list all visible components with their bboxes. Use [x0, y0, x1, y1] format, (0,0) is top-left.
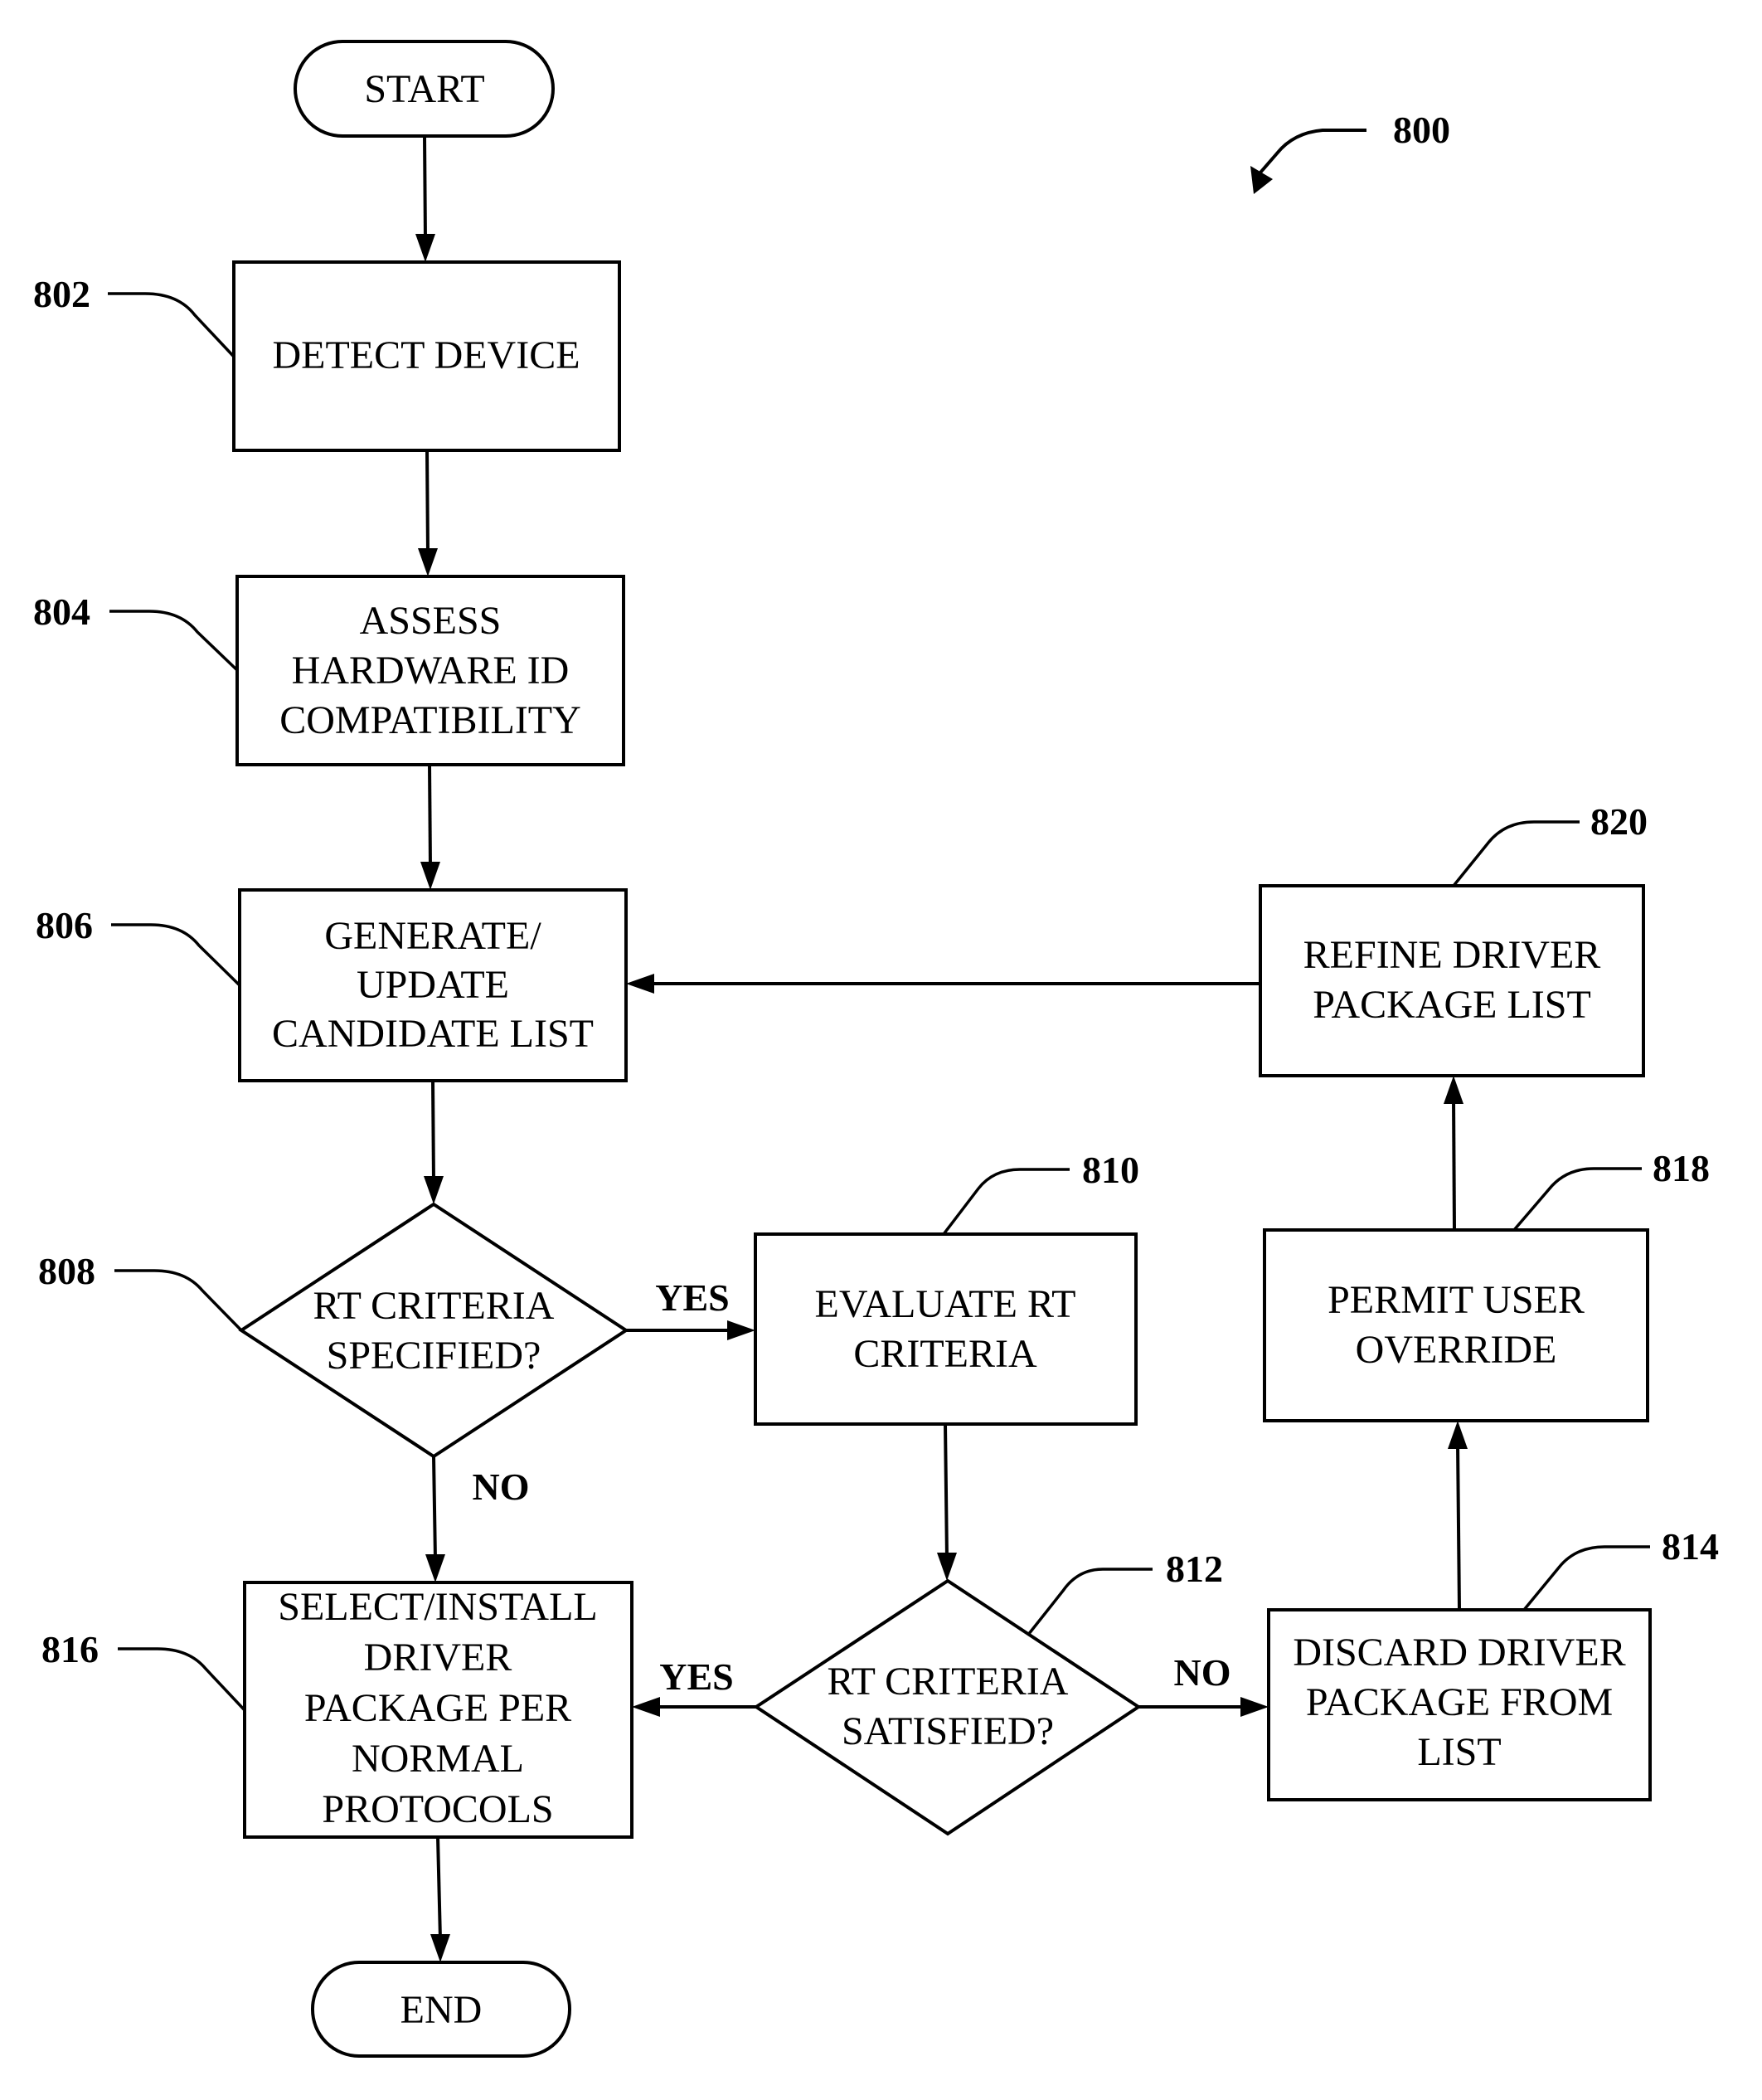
connector-816-end — [436, 1836, 442, 1941]
step-816-leader — [118, 1647, 246, 1712]
decision-808-line-2: SPECIFIED? — [327, 1334, 541, 1378]
connector-806-808 — [431, 1080, 435, 1183]
step-814-leader — [1522, 1545, 1650, 1611]
arrowhead-icon — [424, 1176, 444, 1204]
decision-808-ref: 808 — [38, 1250, 95, 1292]
step-806-line-3: CANDIDATE LIST — [272, 1012, 594, 1056]
decision-812-line-2: SATISFIED? — [842, 1709, 1054, 1753]
decision-808-no-label: NO — [473, 1466, 530, 1508]
decision-812-ref: 812 — [1166, 1548, 1223, 1590]
step-810-line-2: CRITERIA — [853, 1332, 1037, 1376]
step-818-leader — [1512, 1167, 1642, 1232]
step-804: ASSESS HARDWARE ID COMPATIBILITY 804 — [33, 575, 625, 766]
step-814-line-2: PACKAGE FROM — [1306, 1680, 1613, 1724]
arrowhead-icon — [727, 1320, 755, 1340]
arrowhead-icon — [1444, 1076, 1463, 1104]
decision-808: RT CRITERIA SPECIFIED? 808 YES NO — [38, 1202, 730, 1508]
step-804-line-3: COMPATIBILITY — [279, 698, 581, 742]
arrowhead-icon — [626, 974, 654, 994]
figure-ref-label: 800 — [1393, 109, 1450, 151]
step-814-line-1: DISCARD DRIVER — [1293, 1631, 1625, 1675]
decision-808-line-1: RT CRITERIA — [313, 1284, 555, 1328]
step-818-box — [1263, 1228, 1649, 1422]
step-804-leader — [109, 610, 239, 672]
end-terminator: END — [311, 1961, 571, 2058]
step-814-line-3: LIST — [1417, 1730, 1501, 1774]
step-818-line-1: PERMIT USER — [1328, 1278, 1585, 1322]
step-818-ref: 818 — [1653, 1147, 1710, 1189]
step-804-ref: 804 — [33, 591, 90, 633]
arrowhead-icon — [1240, 1697, 1269, 1717]
start-label: START — [364, 67, 484, 111]
connector-814-818 — [1456, 1442, 1461, 1611]
step-820-ref: 820 — [1590, 800, 1648, 843]
step-802-line-1: DETECT DEVICE — [272, 333, 580, 377]
step-818: PERMIT USER OVERRIDE 818 — [1263, 1147, 1710, 1422]
step-806-ref: 806 — [36, 904, 93, 946]
step-810-line-1: EVALUATE RT — [815, 1282, 1076, 1326]
connector-810-812 — [944, 1423, 949, 1559]
step-818-line-2: OVERRIDE — [1356, 1328, 1557, 1372]
decision-812-yes-label: YES — [659, 1655, 733, 1698]
step-810-leader — [942, 1168, 1070, 1236]
step-816-line-1: SELECT/INSTALL — [278, 1585, 597, 1629]
end-label: END — [400, 1988, 483, 2032]
step-820-line-2: PACKAGE LIST — [1313, 983, 1591, 1027]
step-804-line-2: HARDWARE ID — [292, 649, 570, 693]
decision-812: RT CRITERIA SATISFIED? 812 YES NO — [659, 1548, 1231, 1836]
arrowhead-icon — [425, 1554, 445, 1582]
step-816-line-2: DRIVER — [364, 1636, 512, 1680]
step-804-line-1: ASSESS — [360, 599, 502, 643]
step-816-line-3: PACKAGE PER — [304, 1686, 571, 1730]
arrowhead-icon — [430, 1934, 450, 1962]
step-816-ref: 816 — [41, 1628, 99, 1670]
step-802-leader — [108, 292, 235, 358]
step-802: DETECT DEVICE 802 — [33, 260, 621, 452]
arrowhead-icon — [420, 862, 440, 890]
step-806: GENERATE/ UPDATE CANDIDATE LIST 806 — [36, 888, 628, 1082]
step-816-line-5: PROTOCOLS — [322, 1787, 553, 1831]
step-806-line-2: UPDATE — [357, 963, 509, 1007]
connector-802-804 — [425, 450, 430, 555]
flowchart-800: 800 START DETECT DEVICE 802 ASSESS HARDW… — [33, 40, 1719, 2058]
decision-812-line-1: RT CRITERIA — [828, 1660, 1069, 1704]
step-816-line-4: NORMAL — [352, 1737, 524, 1781]
arrowhead-icon — [418, 548, 438, 576]
decision-812-leader — [1027, 1568, 1153, 1636]
step-810-ref: 810 — [1082, 1149, 1139, 1191]
step-814: DISCARD DRIVER PACKAGE FROM LIST 814 — [1267, 1525, 1719, 1801]
step-806-leader — [111, 923, 241, 987]
step-810: EVALUATE RT CRITERIA 810 — [754, 1149, 1139, 1426]
arrowhead-icon — [1448, 1421, 1468, 1449]
decision-812-no-label: NO — [1174, 1651, 1231, 1694]
step-814-ref: 814 — [1662, 1525, 1719, 1568]
connector-808-816 — [432, 1456, 437, 1561]
decision-812-diamond — [753, 1578, 1142, 1836]
figure-ref-arrow-line — [1259, 129, 1366, 174]
start-terminator: START — [294, 40, 555, 138]
arrowhead-icon — [415, 234, 435, 262]
step-810-box — [754, 1232, 1138, 1426]
step-806-line-1: GENERATE/ — [324, 914, 541, 958]
step-802-ref: 802 — [33, 273, 90, 315]
decision-808-diamond — [238, 1202, 629, 1459]
decision-808-leader — [114, 1269, 243, 1332]
arrowhead-icon — [937, 1553, 957, 1581]
decision-808-yes-label: YES — [655, 1276, 729, 1319]
figure-ref-800: 800 — [1250, 109, 1450, 194]
step-820-box — [1259, 884, 1645, 1077]
step-820-leader — [1452, 820, 1580, 887]
step-820: REFINE DRIVER PACKAGE LIST 820 — [1259, 800, 1648, 1077]
step-816: SELECT/INSTALL DRIVER PACKAGE PER NORMAL… — [41, 1581, 633, 1839]
arrowhead-icon — [632, 1697, 660, 1717]
step-820-line-1: REFINE DRIVER — [1303, 933, 1601, 977]
